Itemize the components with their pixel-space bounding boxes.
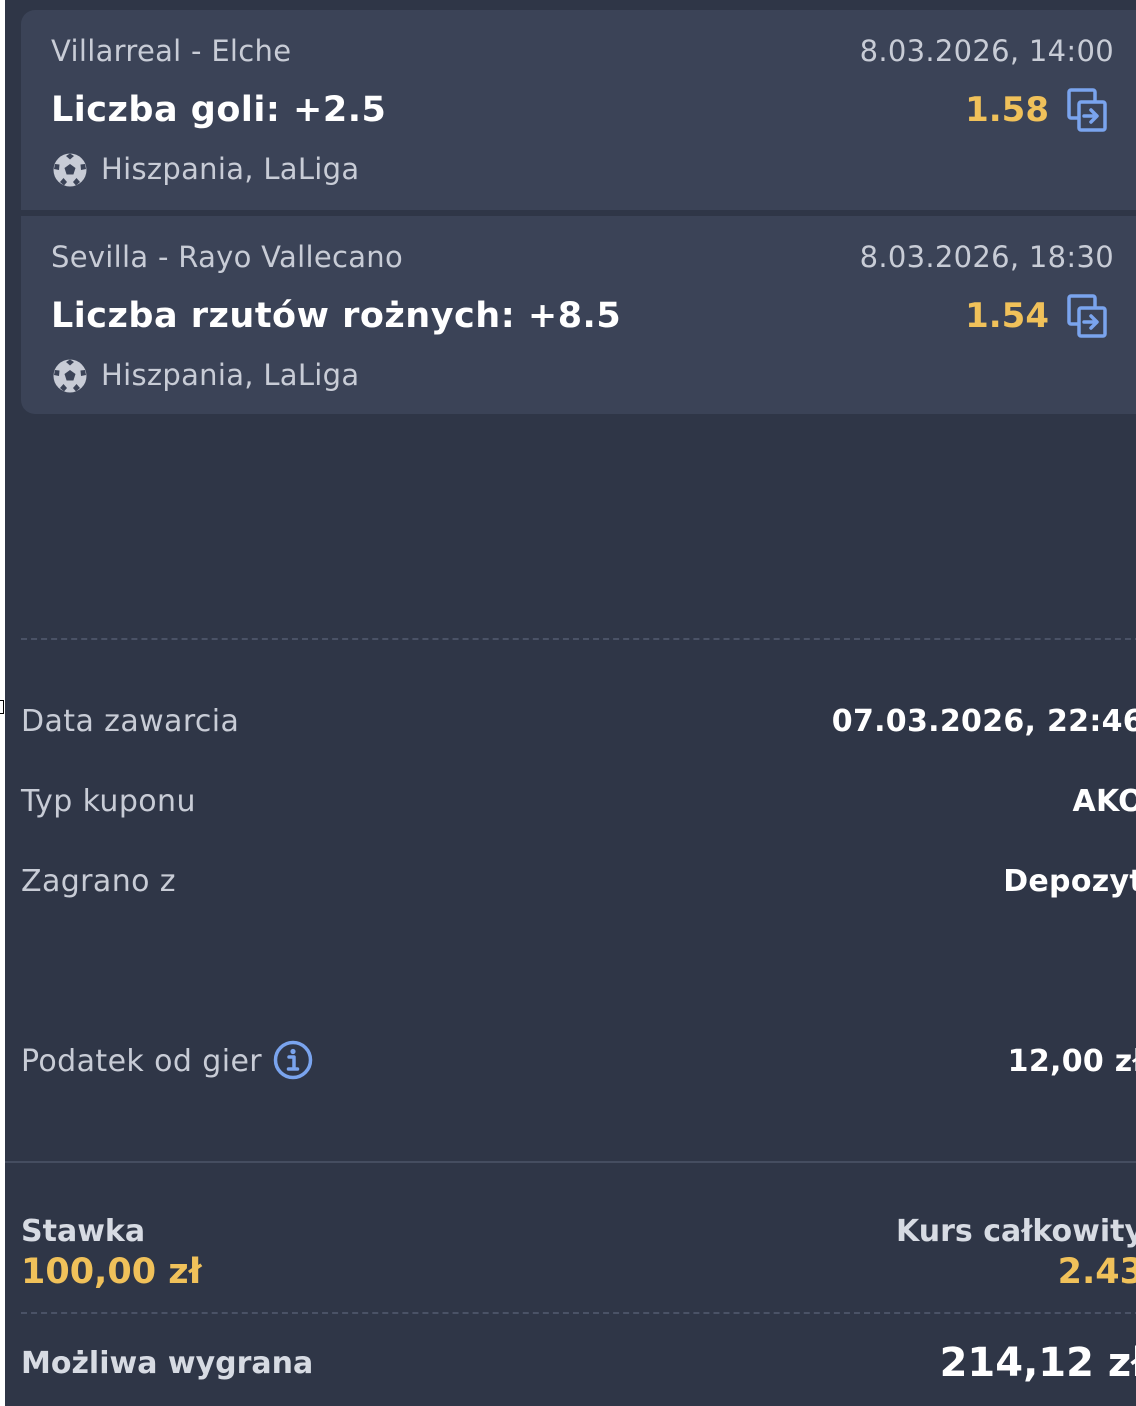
bet-market: Liczba goli: +2.5 — [51, 90, 387, 130]
source-label: Zagrano z — [21, 864, 176, 899]
copy-icon[interactable] — [1067, 294, 1107, 338]
total-odds-value: 2.43 — [1057, 1252, 1136, 1292]
info-icon[interactable] — [273, 1040, 313, 1080]
coupon-type-value: AKO — [1072, 784, 1136, 819]
match-name: Villarreal - Elche — [51, 34, 292, 68]
bet-odds: 1.54 — [965, 296, 1049, 336]
bet-card: Sevilla - Rayo Vallecano 8.03.2026, 18:3… — [21, 216, 1136, 414]
coupon-details-panel: Villarreal - Elche 8.03.2026, 14:00 Licz… — [5, 0, 1136, 1406]
window-edge-marker — [0, 700, 4, 714]
coupon-type-label: Typ kuponu — [21, 784, 196, 819]
soccer-ball-icon — [53, 153, 87, 187]
match-name: Sevilla - Rayo Vallecano — [51, 240, 404, 274]
match-datetime: 8.03.2026, 14:00 — [859, 34, 1114, 68]
possible-win-label: Możliwa wygrana — [21, 1346, 314, 1381]
bet-market: Liczba rzutów rożnych: +8.5 — [51, 296, 622, 336]
date-value: 07.03.2026, 22:46 — [831, 704, 1136, 739]
possible-win-value: 214,12 zł — [939, 1340, 1136, 1386]
stake-label: Stawka — [21, 1214, 146, 1249]
source-value: Depozyt — [1003, 864, 1136, 899]
tax-label: Podatek od gier — [21, 1044, 263, 1079]
winnings-divider — [21, 1312, 1136, 1314]
total-odds-label: Kurs całkowity — [896, 1214, 1136, 1249]
summary-divider — [5, 1161, 1136, 1163]
bet-card: Villarreal - Elche 8.03.2026, 14:00 Licz… — [21, 10, 1136, 210]
match-datetime: 8.03.2026, 18:30 — [859, 240, 1114, 274]
tax-value: 12,00 zł — [1007, 1044, 1136, 1079]
league-name: Hiszpania, LaLiga — [101, 358, 360, 392]
date-label: Data zawarcia — [21, 704, 240, 739]
stake-value: 100,00 zł — [21, 1252, 202, 1292]
league-name: Hiszpania, LaLiga — [101, 152, 360, 186]
copy-icon[interactable] — [1067, 88, 1107, 132]
bet-odds: 1.58 — [965, 90, 1049, 130]
section-divider — [21, 638, 1136, 640]
soccer-ball-icon — [53, 359, 87, 393]
